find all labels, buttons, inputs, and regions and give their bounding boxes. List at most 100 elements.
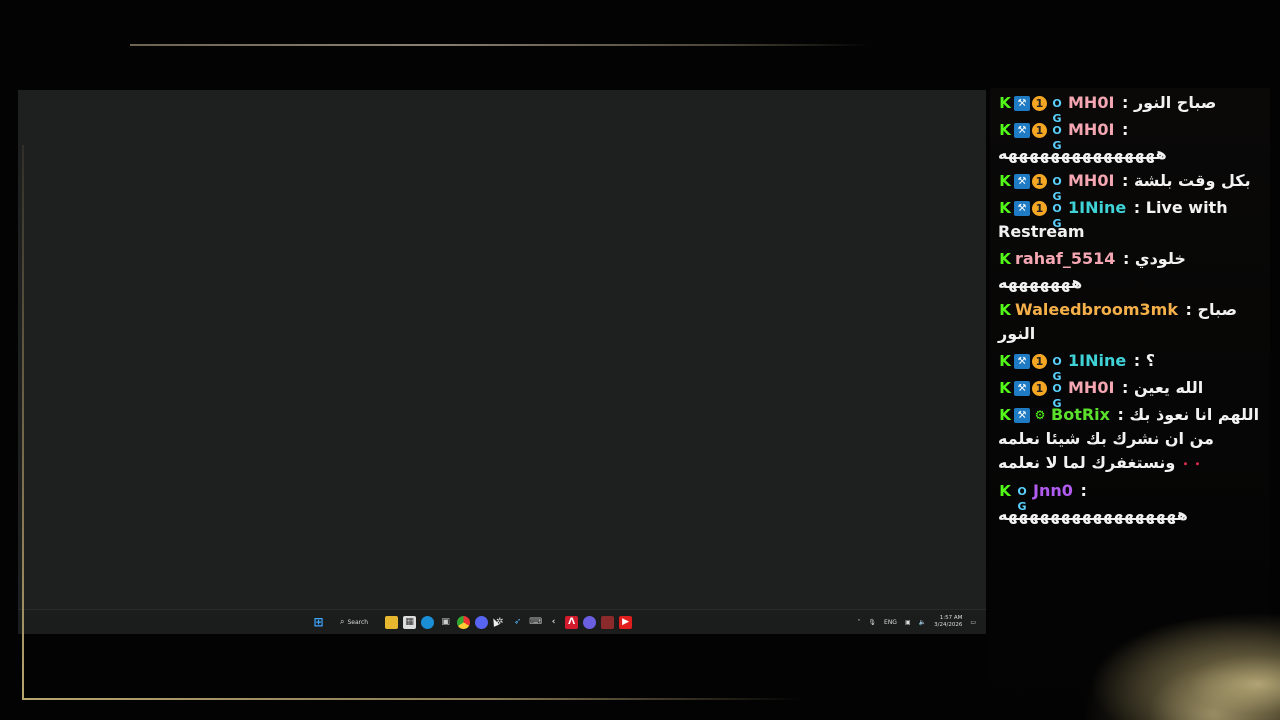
chat-username[interactable]: MH0I [1068, 93, 1114, 112]
chat-badges: K ⚒ 1 OG [998, 352, 1065, 384]
chat-badges: K ⚒ 1 OG [998, 94, 1065, 126]
taskbar-clock[interactable]: 1:57 AM 3/24/2026 [934, 615, 962, 629]
chat-badges: K ⚒ 1 OG [998, 199, 1065, 231]
og-badge-icon: OG [1052, 97, 1062, 125]
chat-username[interactable]: BotRix [1051, 405, 1110, 424]
logitech-icon[interactable]: ‹ [547, 616, 560, 629]
chat-message: K ⚒ 1 OG MH0I : بكل وقت بلشة [998, 169, 1264, 203]
chat-separator: : [1074, 481, 1087, 500]
og-badge-icon: OG [1052, 202, 1062, 230]
chat-username[interactable]: Waleedbroom3mk [1015, 300, 1178, 319]
chat-badges: K [998, 303, 1012, 318]
taskbar-tray: ˄ 🎙 ENG ▣ 🔈 1:57 AM 3/24/2026 ▭ [857, 613, 976, 631]
kick-badge-icon: K [999, 94, 1011, 112]
chat-username[interactable]: MH0I [1068, 120, 1114, 139]
chat-separator: : [1179, 300, 1198, 319]
chat-message: K Waleedbroom3mk : صباح النور [998, 298, 1264, 346]
taskbar-search-button[interactable]: ⌕ Search [334, 615, 374, 629]
chat-username[interactable]: 1INine [1068, 351, 1126, 370]
chat-separator: : [1128, 198, 1146, 217]
chat-username[interactable]: MH0I [1068, 171, 1114, 190]
shared-screen: ⊞ ⌕ Search ▦ ▣ ✲ ➶ ⌨ ‹ Λ ▶ ˄ 🎙 ENG ▣ 🔈 1… [18, 90, 986, 634]
bot-badge-icon: ⚙ [1034, 408, 1046, 422]
og-badge-icon: OG [1052, 382, 1062, 410]
chat-badges: K ⚒ 1 OG [998, 121, 1065, 153]
gold-dust-decoration [1060, 600, 1280, 720]
file-explorer-icon[interactable] [385, 615, 399, 629]
og-badge-icon: OG [1052, 124, 1062, 152]
chat-badges: K ⚒ ⚙ [998, 408, 1048, 423]
discord-alt-icon[interactable] [583, 615, 597, 629]
kick-badge-icon: K [999, 482, 1011, 500]
overlay-frame-bottom [22, 698, 802, 700]
chat-username[interactable]: 1INine [1068, 198, 1126, 217]
chevron-up-icon[interactable]: ˄ [857, 619, 860, 626]
kick-badge-icon: K [999, 352, 1011, 370]
taskbar-center: ⊞ ⌕ Search ▦ ▣ ✲ ➶ ⌨ ‹ Λ ▶ [312, 613, 633, 631]
chat-message: K ⚒ ⚙ BotRix : اللهم انا نعوذ بك من ان نشرك… [998, 403, 1264, 476]
taskbar-search-label: Search [347, 618, 369, 626]
kick-badge-icon: K [999, 121, 1011, 139]
og-badge-icon: OG [1052, 355, 1062, 383]
subscriber-badge-icon: ⚒ [1014, 201, 1030, 216]
language-indicator[interactable]: ENG [884, 619, 897, 626]
chat-username[interactable]: rahaf_5514 [1015, 249, 1115, 268]
discord-icon[interactable] [475, 615, 489, 629]
kick-badge-icon: K [999, 199, 1011, 217]
windows-start-icon[interactable]: ⊞ [312, 615, 325, 629]
chat-username[interactable]: Jnn0 [1033, 481, 1073, 500]
network-icon[interactable]: ▣ [905, 619, 911, 626]
chat-separator: : [1128, 351, 1146, 370]
windows-taskbar: ⊞ ⌕ Search ▦ ▣ ✲ ➶ ⌨ ‹ Λ ▶ ˄ 🎙 ENG ▣ 🔈 1… [18, 609, 986, 634]
microphone-icon[interactable]: 🎙 [868, 619, 876, 626]
subscriber-badge-icon: ⚒ [1014, 174, 1030, 189]
search-icon: ⌕ [340, 617, 345, 626]
og-badge-icon: OG [1052, 175, 1062, 203]
kick-badge-icon: K [999, 379, 1011, 397]
subscriber-badge-icon: ⚒ [1014, 408, 1030, 423]
clock-time: 1:57 AM [939, 615, 963, 621]
chat-separator: : [1116, 120, 1129, 139]
chat-message: K OG Jnn0 : هههههههههههههههههه [998, 479, 1264, 527]
clock-date: 3/24/2026 [934, 622, 963, 628]
chat-separator: : [1117, 249, 1135, 268]
volume-icon[interactable]: 🔈 [919, 619, 926, 626]
kick-badge-icon: K [999, 250, 1011, 268]
chat-separator: : [1116, 93, 1134, 112]
chat-message: K ⚒ 1 OG 1INine : ؟ [998, 349, 1264, 384]
chat-message: K ⚒ 1 OG 1INine : Live with Restream [998, 196, 1264, 244]
chat-message: Krahaf_5514 : خلودي هههههههه [998, 247, 1264, 295]
chat-separator: : [1116, 378, 1134, 397]
adobe-icon[interactable]: Λ [565, 615, 579, 629]
store-icon[interactable]: ▦ [403, 615, 417, 629]
overlay-frame-left [22, 145, 24, 700]
subscriber-badge-icon: ⚒ [1014, 381, 1030, 396]
kick-badge-icon: K [999, 172, 1011, 190]
youtube-icon[interactable]: ▶ [619, 615, 633, 629]
chat-message-list: K ⚒ 1 OG MH0I : صباح النور K ⚒ 1 OG MH0I : هههههه… [990, 88, 1270, 527]
chat-badges: K OG [998, 482, 1030, 514]
first-badge-icon: 1 [1032, 123, 1047, 138]
chat-separator: : [1111, 405, 1130, 424]
chat-message: K ⚒ 1 OG MH0I : صباح النور [998, 91, 1264, 126]
kick-badge-icon: K [999, 406, 1011, 424]
chat-text: صباح النور [1133, 93, 1217, 112]
widgets-icon[interactable]: ▣ [439, 616, 452, 629]
chat-text: بكل وقت بلشة [1133, 171, 1251, 190]
chat-separator: : [1116, 171, 1134, 190]
edge-icon[interactable] [421, 615, 435, 629]
chat-badges: K [998, 252, 1012, 267]
chat-badges: K ⚒ 1 OG [998, 379, 1065, 411]
steam-icon[interactable]: ➶ [511, 616, 524, 629]
chat-text: الله يعين [1133, 378, 1204, 397]
subscriber-badge-icon: ⚒ [1014, 123, 1030, 138]
keyboard-icon[interactable]: ⌨ [529, 616, 542, 629]
first-badge-icon: 1 [1032, 381, 1047, 396]
kick-badge-icon: K [999, 301, 1011, 319]
subscriber-badge-icon: ⚒ [1014, 354, 1030, 369]
app-red-icon[interactable] [601, 615, 615, 629]
notification-icon[interactable]: ▭ [970, 619, 976, 626]
chrome-icon[interactable] [457, 615, 471, 629]
first-badge-icon: 1 [1032, 201, 1047, 216]
chat-username[interactable]: MH0I [1068, 378, 1114, 397]
